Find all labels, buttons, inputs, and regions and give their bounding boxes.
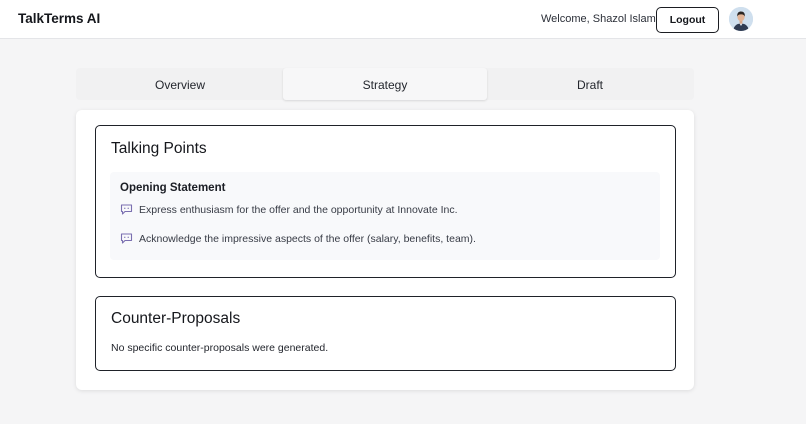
talking-points-title: Talking Points <box>111 140 207 157</box>
tab-bar: Overview Strategy Draft <box>76 68 694 100</box>
avatar[interactable] <box>729 7 753 31</box>
talking-point-text: Acknowledge the impressive aspects of th… <box>139 233 476 245</box>
counter-proposals-title: Counter-Proposals <box>111 310 241 327</box>
user-avatar-icon <box>729 7 753 31</box>
app-logo-title[interactable]: TalkTerms AI <box>18 11 100 26</box>
opening-statement-section: Opening Statement Express enthusiasm for… <box>110 172 660 260</box>
top-nav-bar: TalkTerms AI Welcome, Shazol Islam Logou… <box>0 0 806 39</box>
list-item: Express enthusiasm for the offer and the… <box>120 204 458 216</box>
talking-points-card: Talking Points Opening Statement Express… <box>95 125 676 278</box>
logout-button[interactable]: Logout <box>656 7 719 33</box>
list-item: Acknowledge the impressive aspects of th… <box>120 233 476 245</box>
opening-statement-heading: Opening Statement <box>120 182 226 194</box>
counter-proposals-card: Counter-Proposals No specific counter-pr… <box>95 296 676 371</box>
talking-point-text: Express enthusiasm for the offer and the… <box>139 204 458 216</box>
chat-bubble-icon <box>120 204 133 215</box>
tab-strategy[interactable]: Strategy <box>283 68 487 100</box>
chat-bubble-icon <box>120 233 133 244</box>
welcome-text: Welcome, Shazol Islam <box>541 13 656 25</box>
tab-overview[interactable]: Overview <box>78 68 282 100</box>
counter-proposals-text: No specific counter-proposals were gener… <box>111 342 329 354</box>
tab-draft[interactable]: Draft <box>488 68 692 100</box>
